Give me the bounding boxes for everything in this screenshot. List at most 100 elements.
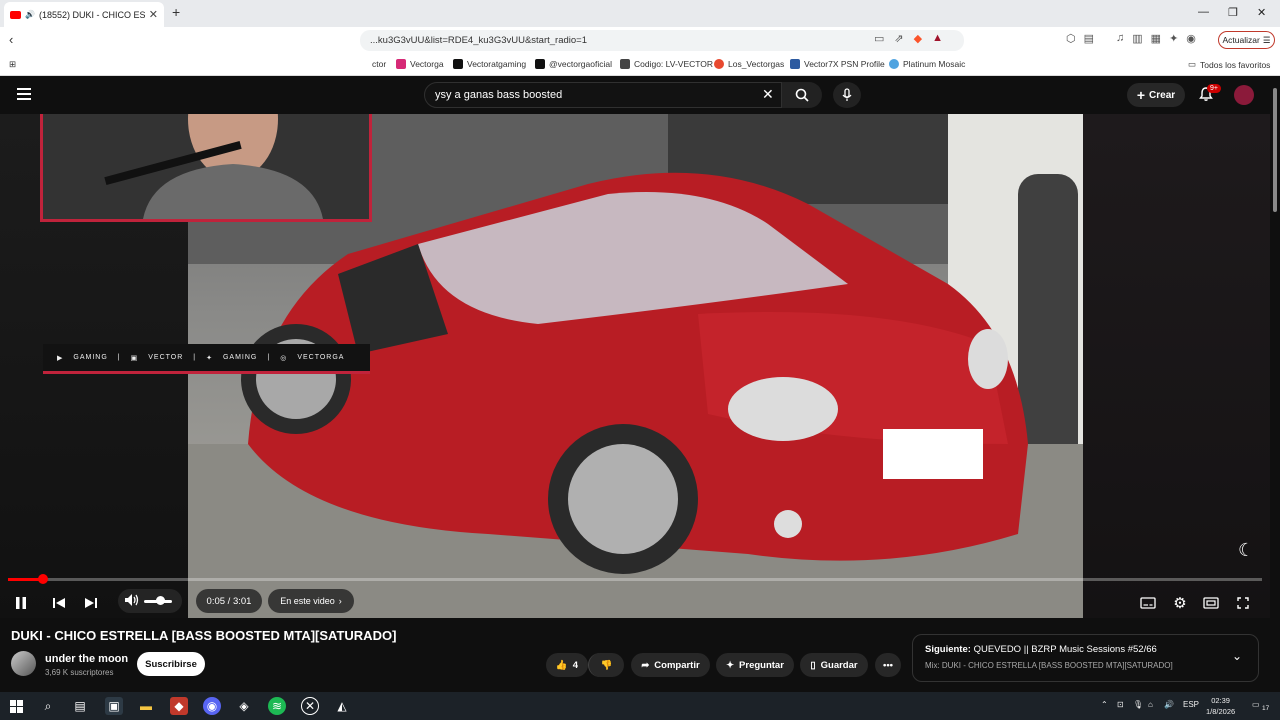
page-scrollbar[interactable] [1270,76,1280,692]
progress-bar[interactable] [8,578,1262,581]
save-button[interactable]: ▯ Guardar [800,653,868,677]
bookmark-label: Los_Vectorgas [728,59,785,69]
social-label: GAMING [73,354,108,361]
search-icon[interactable]: ⌕ [39,697,57,715]
miniplayer-icon [1203,597,1219,609]
brave-rewards-icon[interactable]: ▲ [932,32,943,45]
media-icon[interactable]: ♫ [1116,32,1124,45]
system-clock[interactable]: 02:39 1/8/2026 [1206,695,1235,717]
minimize-button[interactable]: — [1198,6,1209,18]
language-indicator[interactable]: ESP [1183,700,1199,709]
dislike-button[interactable]: 👎 [588,653,624,677]
spotify-icon[interactable]: ≋ [268,697,286,715]
bookmark-item[interactable]: @vectorgaoficial [535,59,612,69]
microphone-icon[interactable]: 🎙 [1133,700,1143,709]
epic-games-icon[interactable]: ◭ [333,697,351,715]
pause-button[interactable] [10,591,32,615]
notification-badge: 9+ [1207,84,1221,93]
discord-icon[interactable]: ◉ [203,697,221,715]
bookmark-item[interactable]: Vectorga [396,59,444,69]
bookmark-icon: ▯ [810,659,816,671]
browser-tab[interactable]: 🔊 (18552) DUKI - CHICO ESTRELLA ✕ [4,2,164,27]
wifi-icon[interactable]: ⌂ [1148,700,1153,709]
code-icon [620,59,630,69]
create-button[interactable]: + Crear [1127,83,1185,107]
chevron-right-icon: › [338,596,342,606]
vpn-icon[interactable]: ◉ [1186,32,1196,45]
maximize-button[interactable]: ❐ [1228,6,1238,19]
mix-title: Mix: DUKI - CHICO ESTRELLA [BASS BOOSTED… [925,661,1173,670]
settings-button[interactable]: ⚙ [1169,591,1191,615]
voice-search-button[interactable] [833,82,861,108]
xbox-icon[interactable]: ✕ [301,697,319,715]
subtitles-button[interactable] [1137,591,1159,615]
tray-chevron-icon[interactable]: ⌃ [1101,700,1108,709]
hamburger-menu-icon[interactable] [17,88,31,100]
ask-button[interactable]: ✦ Preguntar [716,653,794,677]
ask-label: Preguntar [739,659,784,671]
scrollbar-thumb[interactable] [1273,88,1277,212]
in-this-video-button[interactable]: En este video › [268,589,354,613]
youtube-favicon-icon [10,10,21,19]
search-button[interactable] [782,82,822,108]
mic-icon [842,88,852,101]
leo-ai-icon[interactable]: ✦ [1169,32,1178,45]
channel-avatar[interactable] [11,651,36,676]
theater-mode-button[interactable] [1200,591,1222,615]
all-favorites-label: Todos los favoritos [1200,59,1271,70]
bookmark-item[interactable]: ctor [372,59,386,69]
network-app-icon[interactable]: ⊡ [1117,700,1124,709]
new-tab-button[interactable]: + [172,4,180,20]
next-button[interactable] [80,591,102,615]
channel-name[interactable]: under the moon [45,653,128,665]
fullscreen-button[interactable] [1232,591,1254,615]
windows-start-icon[interactable] [7,697,25,715]
wallet-icon[interactable]: ▦ [1151,32,1161,45]
more-actions-button[interactable]: ••• [875,653,901,677]
x-icon [453,59,463,69]
apps-icon[interactable]: ⊞ [9,59,16,70]
share-button[interactable]: ➦ Compartir [631,653,710,677]
next-icon [85,598,97,608]
volume-icon [124,593,140,610]
update-button[interactable]: Actualizar ☰ [1218,31,1275,49]
brave-shield-icon[interactable]: ◆ [914,32,922,45]
file-explorer-icon[interactable]: ▣ [105,697,123,715]
video-player[interactable]: ▶ GAMING | ▣ VECTOR | ✦ GAMING | ◎ VECTORGA ☾ 0… [0,114,1270,618]
reading-icon[interactable]: ▤ [1084,32,1094,45]
bookmark-item[interactable]: Platinum Mosaic [889,59,965,69]
extensions-icon[interactable]: ⬡ [1066,32,1076,45]
steam-icon[interactable]: ◈ [235,697,253,715]
bookmark-item[interactable]: Codigo: LV-VECTOR [620,59,713,69]
tab-close-icon[interactable]: ✕ [149,8,158,21]
bookmark-item[interactable]: Los_Vectorgas [714,59,784,69]
social-overlay-bar: ▶ GAMING | ▣ VECTOR | ✦ GAMING | ◎ VECTORGA [43,344,370,374]
all-favorites[interactable]: ▭ Todos los favoritos [1188,59,1270,70]
back-arrow-icon[interactable]: ‹ [9,32,13,47]
time-display: 0:05 / 3:01 [196,589,262,613]
search-input[interactable]: ysy a ganas bass boosted [424,82,782,108]
account-avatar[interactable] [1234,85,1254,105]
chevron-down-icon[interactable]: ⌄ [1232,649,1242,663]
brave-browser-icon[interactable]: ◆ [170,697,188,715]
bookmark-item[interactable]: Vectoratgaming [453,59,526,69]
notification-center-icon[interactable]: ▭ [1252,700,1260,709]
bookmark-item[interactable]: Vector7X PSN Profile [790,59,885,69]
volume-tray-icon[interactable]: 🔊 [1164,700,1174,709]
subscribe-button[interactable]: Suscribirse [137,652,205,676]
previous-button[interactable] [48,591,70,615]
folder-icon[interactable]: ▬ [137,697,155,715]
more-icon: ••• [883,659,893,671]
like-button[interactable]: 👍 4 [546,653,588,677]
share-icon[interactable]: ⇗ [894,32,903,45]
twitch-icon: ▣ [130,354,139,362]
clear-search-icon[interactable]: ✕ [762,86,774,103]
social-label: VECTOR [148,354,184,361]
social-label: VECTORGA [297,354,345,361]
cast-icon[interactable]: ▭ [874,32,884,45]
close-window-button[interactable]: ✕ [1257,6,1266,19]
task-view-icon[interactable]: ▤ [71,697,89,715]
platinum-icon [889,59,899,69]
sidebar-icon[interactable]: ▥ [1132,32,1142,45]
up-next-panel[interactable]: Siguiente: QUEVEDO || BZRP Music Session… [912,634,1259,682]
